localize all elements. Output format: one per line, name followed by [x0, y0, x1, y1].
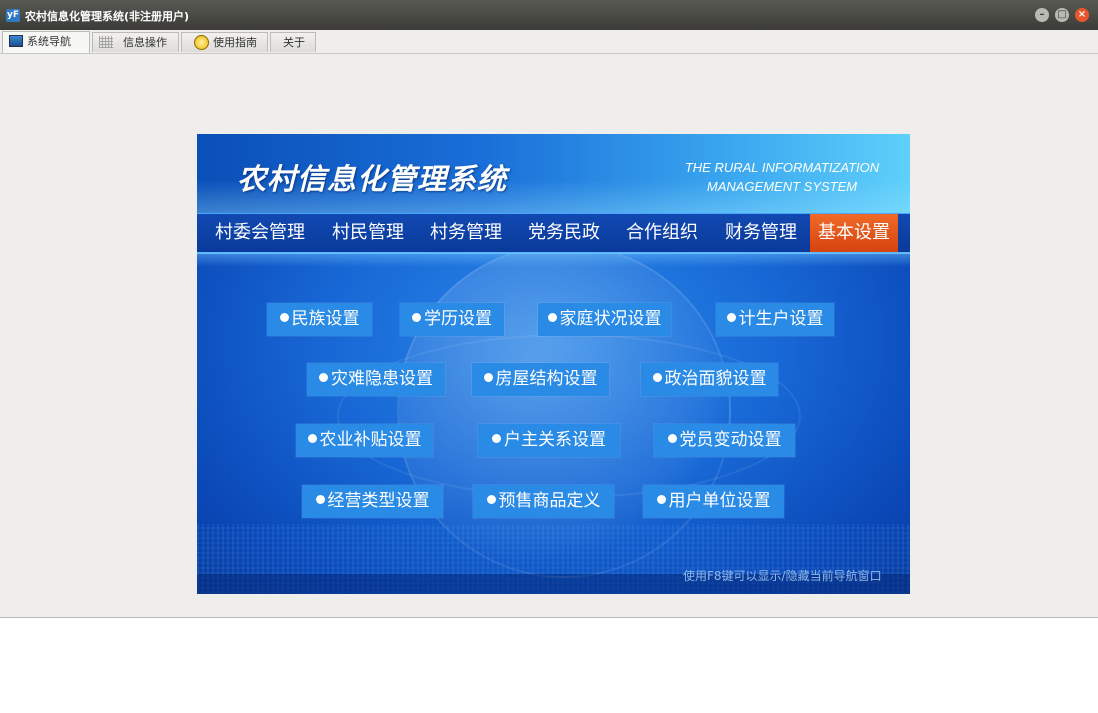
- tab-label: 信息操作: [123, 36, 167, 49]
- education-settings-button[interactable]: 学历设置: [400, 303, 504, 336]
- window-title: 农村信息化管理系统(非注册用户): [25, 10, 190, 23]
- english-title-line: THE RURAL INFORMATIZATION: [684, 160, 880, 175]
- nav-basic-settings[interactable]: 基本设置: [810, 214, 898, 252]
- f8-hint-text: 使用F8键可以显示/隐藏当前导航窗口: [683, 569, 882, 583]
- title-bar: yF 农村信息化管理系统(非注册用户) – □ ×: [0, 0, 1098, 30]
- main-nav: 村委会管理 村民管理 村务管理 党务民政 合作组织 财务管理 基本设置: [197, 213, 910, 254]
- bullet-icon: [483, 373, 493, 382]
- agri-subsidy-settings-button[interactable]: 农业补贴设置: [296, 424, 433, 457]
- bullet-icon: [319, 373, 328, 382]
- button-label: 政治面貌设置: [664, 369, 767, 389]
- ethnicity-settings-button[interactable]: 民族设置: [267, 303, 372, 336]
- business-type-settings-button[interactable]: 经营类型设置: [302, 485, 443, 518]
- app-logo-icon: yF: [6, 9, 20, 22]
- bullet-icon: [652, 373, 662, 382]
- householder-relation-settings-button[interactable]: 户主关系设置: [478, 424, 620, 457]
- nav-cooperatives[interactable]: 合作组织: [617, 214, 707, 252]
- tab-label: 关于: [283, 36, 305, 49]
- close-icon[interactable]: ×: [1075, 8, 1089, 22]
- help-icon: [194, 35, 209, 50]
- political-status-settings-button[interactable]: 政治面貌设置: [641, 363, 778, 396]
- grid-icon: [99, 36, 113, 48]
- bullet-icon: [486, 495, 496, 504]
- disaster-hazard-settings-button[interactable]: 灾难隐患设置: [307, 363, 445, 396]
- system-title: 农村信息化管理系统: [237, 162, 508, 196]
- tab-about[interactable]: 关于: [270, 32, 316, 52]
- button-label: 预售商品定义: [498, 491, 601, 511]
- button-label: 学历设置: [424, 309, 492, 329]
- system-title-english: THE RURAL INFORMATIZATION MANAGEMENT SYS…: [667, 158, 897, 196]
- bullet-icon: [656, 495, 666, 504]
- button-label: 农业补贴设置: [319, 430, 422, 450]
- bullet-icon: [667, 434, 677, 443]
- app-window: yF 农村信息化管理系统(非注册用户) – □ × 系统导航 信息操作 使用指南…: [0, 0, 1098, 618]
- party-member-change-settings-button[interactable]: 党员变动设置: [654, 424, 795, 457]
- nav-finance[interactable]: 财务管理: [716, 214, 806, 252]
- tab-label: 使用指南: [213, 36, 257, 49]
- family-status-settings-button[interactable]: 家庭状况设置: [538, 303, 671, 336]
- nav-village-affairs[interactable]: 村务管理: [421, 214, 511, 252]
- bullet-icon: [279, 313, 289, 322]
- bullet-icon: [547, 313, 557, 322]
- tab-system-navigation[interactable]: 系统导航: [2, 31, 90, 53]
- monitor-icon: [9, 35, 23, 47]
- tab-info-operations[interactable]: 信息操作: [92, 32, 179, 52]
- button-label: 党员变动设置: [679, 430, 782, 450]
- family-planning-settings-button[interactable]: 计生户设置: [716, 303, 834, 336]
- tab-label: 系统导航: [27, 35, 71, 48]
- maximize-icon[interactable]: □: [1055, 8, 1069, 22]
- button-label: 房屋结构设置: [495, 369, 598, 389]
- bullet-icon: [315, 495, 325, 504]
- button-label: 经营类型设置: [327, 491, 430, 511]
- tab-bar: 系统导航 信息操作 使用指南 关于: [0, 30, 1098, 54]
- button-label: 用户单位设置: [668, 491, 771, 511]
- button-label: 户主关系设置: [504, 430, 606, 450]
- button-label: 民族设置: [291, 309, 360, 329]
- banner-header: 农村信息化管理系统 THE RURAL INFORMATIZATION MANA…: [197, 134, 910, 214]
- english-title-line: MANAGEMENT SYSTEM: [706, 179, 858, 194]
- nav-village-committee[interactable]: 村委会管理: [205, 214, 315, 252]
- button-label: 灾难隐患设置: [331, 369, 433, 389]
- tab-user-guide[interactable]: 使用指南: [181, 32, 268, 52]
- user-unit-settings-button[interactable]: 用户单位设置: [643, 485, 784, 518]
- button-label: 计生户设置: [738, 309, 824, 329]
- button-label: 家庭状况设置: [559, 309, 662, 329]
- house-structure-settings-button[interactable]: 房屋结构设置: [472, 363, 609, 396]
- bullet-icon: [307, 434, 317, 443]
- bullet-icon: [492, 434, 501, 443]
- nav-party-civil[interactable]: 党务民政: [519, 214, 609, 252]
- nav-villagers[interactable]: 村民管理: [323, 214, 413, 252]
- bullet-icon: [412, 313, 421, 322]
- navigation-panel: 农村信息化管理系统 THE RURAL INFORMATIZATION MANA…: [197, 134, 910, 594]
- presale-goods-definition-button[interactable]: 预售商品定义: [473, 485, 614, 518]
- bullet-icon: [726, 313, 736, 322]
- minimize-icon[interactable]: –: [1035, 8, 1049, 22]
- globe-orbit-decoration: [337, 334, 801, 498]
